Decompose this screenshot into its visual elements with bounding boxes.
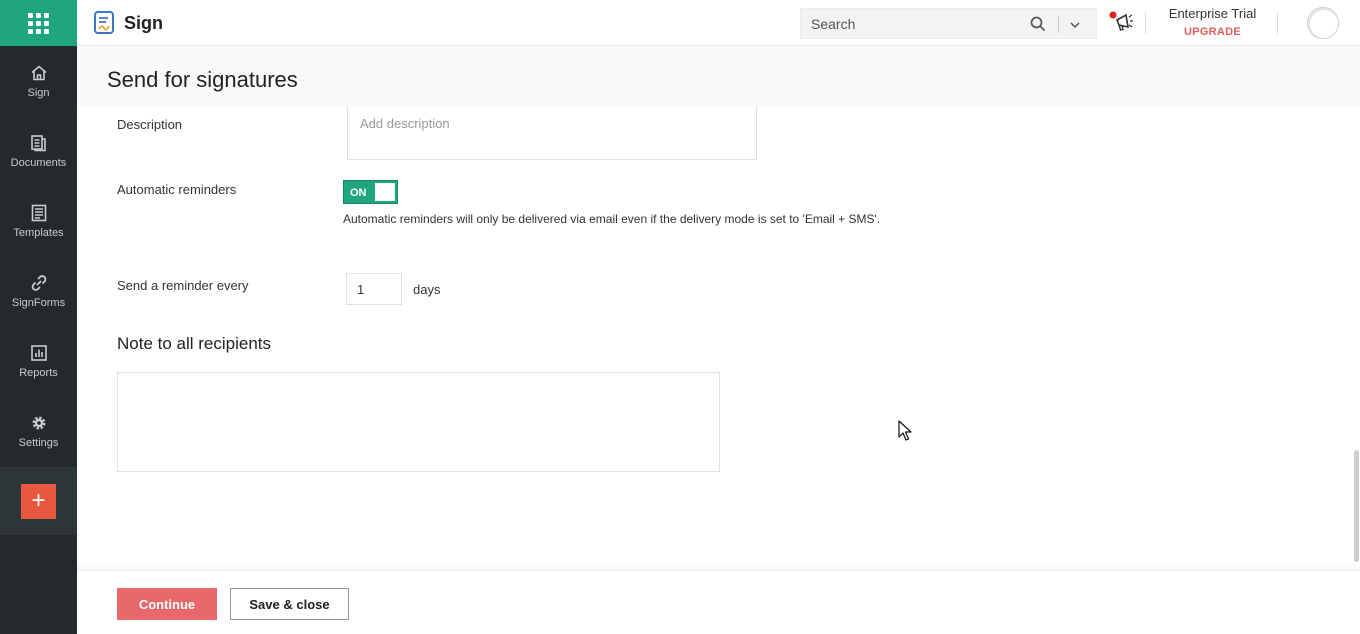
- sidebar-item-sign[interactable]: Sign: [0, 46, 77, 116]
- continue-button[interactable]: Continue: [117, 588, 217, 620]
- brand[interactable]: Sign: [94, 11, 163, 35]
- reminder-interval-label: Send a reminder every: [117, 278, 249, 293]
- sidebar-item-label: Templates: [13, 226, 64, 239]
- note-to-recipients-input[interactable]: [117, 372, 720, 472]
- reminder-days-input[interactable]: [346, 273, 402, 305]
- save-and-close-button[interactable]: Save & close: [230, 588, 349, 620]
- automatic-reminders-toggle[interactable]: ON: [343, 180, 398, 204]
- chevron-down-icon[interactable]: [1069, 19, 1081, 31]
- home-icon: [30, 64, 47, 80]
- search-divider: [1058, 16, 1059, 33]
- reminders-info-text: Automatic reminders will only be deliver…: [343, 212, 881, 226]
- quick-add-area: +: [0, 467, 77, 535]
- announcement-icon[interactable]: [1108, 10, 1134, 34]
- description-input[interactable]: [347, 106, 757, 160]
- page-title: Send for signatures: [107, 67, 298, 92]
- avatar[interactable]: [1307, 7, 1339, 39]
- header-divider: [1277, 12, 1278, 34]
- app-switcher-button[interactable]: [0, 0, 77, 46]
- reminder-days-unit: days: [413, 282, 441, 297]
- toggle-knob: [375, 183, 395, 201]
- sidebar-item-label: SignForms: [11, 296, 66, 309]
- mouse-cursor-icon: [898, 420, 912, 441]
- sidebar-item-reports[interactable]: Reports: [0, 326, 77, 396]
- plan-info[interactable]: Enterprise Trial UPGRADE: [1165, 6, 1260, 38]
- sidebar-item-label: Sign: [27, 86, 50, 99]
- description-label: Description: [117, 117, 183, 132]
- automatic-reminders-label: Automatic reminders: [117, 182, 237, 197]
- sidebar-item-label: Settings: [18, 436, 59, 449]
- plan-name: Enterprise Trial: [1168, 6, 1257, 21]
- sidebar-item-templates[interactable]: Templates: [0, 186, 77, 256]
- sidebar-item-label: Documents: [10, 156, 67, 169]
- search-box: [800, 8, 1097, 39]
- sidebar-item-label: Reports: [19, 366, 58, 379]
- sidebar: Sign Documents Templates SignForms Repor…: [0, 0, 77, 634]
- note-section-title: Note to all recipients: [117, 334, 272, 353]
- app-name: Sign: [124, 12, 163, 33]
- templates-icon: [31, 204, 46, 221]
- scrollbar-thumb[interactable]: [1354, 450, 1359, 562]
- header-divider: [1145, 12, 1146, 34]
- documents-icon: [30, 134, 46, 151]
- grid-icon: [28, 12, 49, 34]
- sign-logo-icon: [94, 11, 114, 34]
- search-icon[interactable]: [1030, 16, 1046, 32]
- sidebar-item-documents[interactable]: Documents: [0, 116, 77, 186]
- search-input[interactable]: [801, 15, 1021, 32]
- user-icon: [1308, 8, 1338, 38]
- footer-bar: Continue Save & close: [77, 570, 1360, 634]
- sidebar-item-settings[interactable]: Settings: [0, 396, 77, 466]
- reports-icon: [30, 344, 47, 361]
- sidebar-item-signforms[interactable]: SignForms: [0, 256, 77, 326]
- gear-icon: [32, 416, 45, 429]
- link-icon: [31, 274, 46, 291]
- upgrade-link[interactable]: UPGRADE: [1165, 26, 1260, 38]
- add-button[interactable]: +: [21, 483, 56, 519]
- toggle-state-text: ON: [350, 187, 367, 199]
- top-header: Sign Enterprise Trial UPGRADE: [77, 0, 1360, 46]
